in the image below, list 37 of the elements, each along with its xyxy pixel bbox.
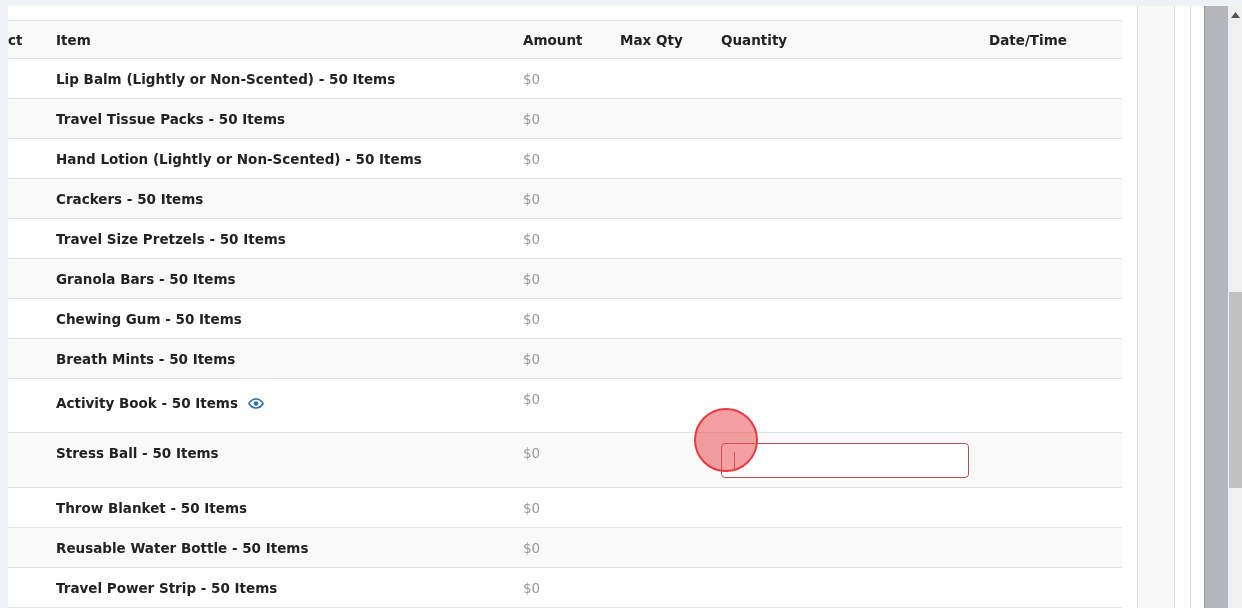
amount: $0 bbox=[523, 539, 542, 556]
amount: $0 bbox=[523, 310, 542, 327]
item-name: Crackers - 50 Items bbox=[56, 190, 204, 207]
click-marker bbox=[694, 408, 758, 472]
item-name: Breath Mints - 50 Items bbox=[56, 350, 236, 367]
scrollbar[interactable] bbox=[1228, 6, 1242, 608]
item-name: Activity Book - 50 Items bbox=[56, 395, 238, 411]
column-header: Quantity bbox=[721, 31, 789, 48]
item-name: Stress Ball - 50 Items bbox=[56, 445, 219, 461]
column-header: Amount bbox=[523, 31, 584, 48]
item-name: Chewing Gum - 50 Items bbox=[56, 310, 242, 327]
amount: $0 bbox=[523, 499, 542, 516]
amount: $0 bbox=[523, 444, 542, 461]
amount: $0 bbox=[523, 350, 542, 367]
quantity-field[interactable] bbox=[721, 443, 969, 478]
item-name: Travel Power Strip - 50 Items bbox=[56, 579, 278, 596]
amount: $0 bbox=[523, 230, 542, 247]
column-header: Max Qty bbox=[620, 31, 684, 48]
item-name: Lip Balm (Lightly or Non-Scented) - 50 Items bbox=[56, 70, 396, 87]
item-name: Travel Size Pretzels - 50 Items bbox=[56, 230, 286, 247]
scroll-up-icon[interactable] bbox=[1231, 12, 1240, 18]
amount: $0 bbox=[523, 579, 542, 596]
amount: $0 bbox=[523, 190, 542, 207]
amount: $0 bbox=[523, 70, 542, 87]
item-name: Hand Lotion (Lightly or Non-Scented) - 50 Items bbox=[56, 150, 422, 167]
item-name: Travel Tissue Packs - 50 Items bbox=[56, 110, 286, 127]
amount: $0 bbox=[523, 270, 542, 287]
column-header: Item bbox=[56, 31, 92, 48]
column-header: Date/Time bbox=[989, 31, 1068, 48]
item-name: Throw Blanket - 50 Items bbox=[56, 499, 247, 516]
item-name: Reusable Water Bottle - 50 Items bbox=[56, 539, 309, 556]
amount: $0 bbox=[523, 110, 542, 127]
column-header: ct bbox=[8, 31, 24, 48]
eye-icon[interactable] bbox=[247, 397, 264, 409]
amount: $0 bbox=[523, 150, 542, 167]
item-name: Granola Bars - 50 Items bbox=[56, 270, 236, 287]
amount: $0 bbox=[523, 390, 542, 407]
